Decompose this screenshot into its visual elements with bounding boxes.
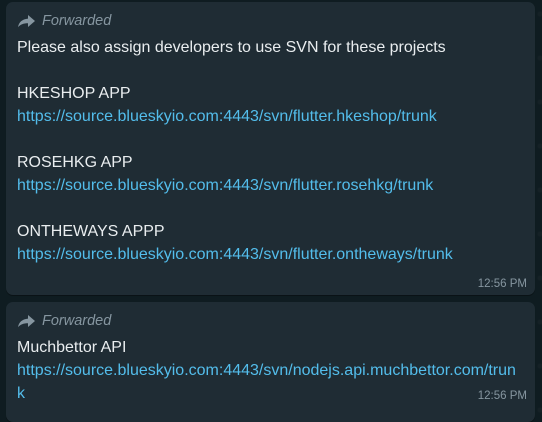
message-text: Please also assign developers to use SVN…: [17, 36, 525, 266]
project-name: ROSEHKG APP: [17, 154, 133, 171]
project-name: ONTHEWAYS APPP: [17, 223, 165, 240]
chat-panel: Forwarded Please also assign developers …: [0, 0, 542, 422]
line-break: [17, 59, 525, 82]
message-timestamp: 12:56 PM: [477, 278, 527, 290]
forwarded-header: Forwarded: [17, 311, 525, 331]
forward-arrow-icon: [17, 314, 36, 328]
message-bubble[interactable]: Forwarded Muchbettor API https://source.…: [6, 302, 535, 422]
project-svn-link[interactable]: https://source.blueskyio.com:4443/svn/fl…: [17, 174, 525, 197]
line-break: [17, 197, 525, 220]
project-svn-link[interactable]: https://source.blueskyio.com:4443/svn/fl…: [17, 243, 525, 266]
project-svn-link[interactable]: https://source.blueskyio.com:4443/svn/fl…: [17, 105, 525, 128]
message-intro: Please also assign developers to use SVN…: [17, 39, 446, 56]
message-timestamp: 12:56 PM: [477, 390, 527, 402]
project-svn-link[interactable]: https://source.blueskyio.com:4443/svn/no…: [17, 359, 517, 405]
line-break: [17, 128, 525, 151]
project-name: HKESHOP APP: [17, 85, 131, 102]
forwarded-header: Forwarded: [17, 11, 525, 31]
message-text: Muchbettor API https://source.blueskyio.…: [17, 336, 525, 405]
forward-arrow-icon: [17, 14, 36, 28]
message-bubble[interactable]: Forwarded Please also assign developers …: [6, 2, 535, 295]
forwarded-label: Forwarded: [42, 13, 112, 29]
forwarded-label: Forwarded: [42, 313, 112, 329]
project-name: Muchbettor API: [17, 339, 127, 356]
